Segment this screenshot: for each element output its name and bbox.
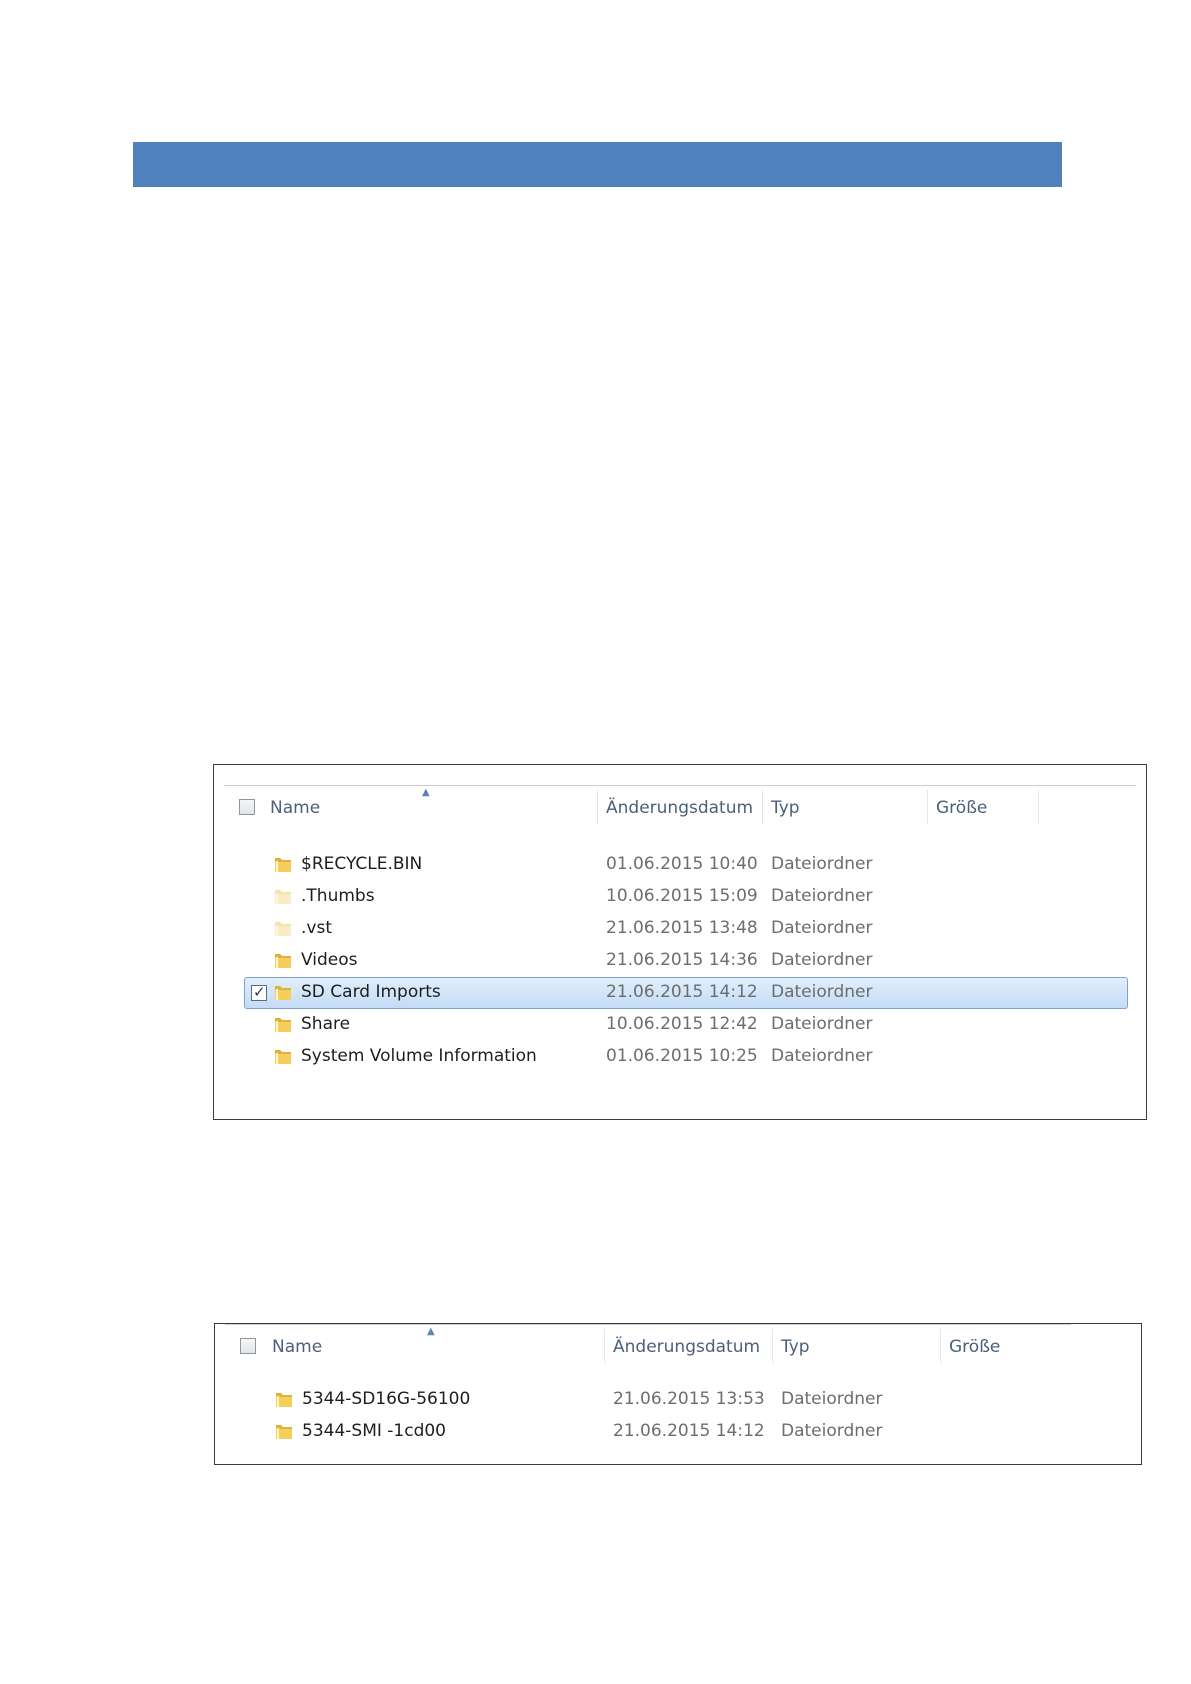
select-all-checkbox[interactable] — [240, 1338, 256, 1354]
cell-name: 5344-SMI -1cd00 — [302, 1421, 446, 1441]
cell-name: .Thumbs — [301, 886, 375, 906]
cell-type: Dateiordner — [771, 918, 873, 938]
list-item[interactable]: System Volume Information 01.06.2015 10:2… — [214, 1040, 1146, 1072]
column-header-name[interactable]: Name — [272, 1325, 322, 1371]
cell-name: SD Card Imports — [301, 982, 441, 1002]
cell-date: 10.06.2015 12:42 — [606, 1014, 758, 1034]
cell-date: 21.06.2015 14:36 — [606, 950, 758, 970]
folder-icon — [274, 1390, 294, 1410]
folder-icon — [273, 855, 293, 875]
folder-icon — [273, 1015, 293, 1035]
cell-date: 21.06.2015 13:48 — [606, 918, 758, 938]
cell-date: 21.06.2015 13:53 — [613, 1389, 765, 1409]
cell-type: Dateiordner — [781, 1389, 883, 1409]
cell-name: Videos — [301, 950, 358, 970]
column-header-size[interactable]: Größe — [949, 1325, 1000, 1371]
folder-faded-icon — [273, 919, 293, 939]
file-explorer-list: Name ▲ Änderungsdatum Typ Größe 5344-SD1… — [214, 1323, 1142, 1465]
list-item[interactable]: Share 10.06.2015 12:42 Dateiordner — [214, 1008, 1146, 1040]
cell-type: Dateiordner — [771, 854, 873, 874]
file-list: 5344-SD16G-56100 21.06.2015 13:53 Dateiord… — [215, 1383, 1141, 1447]
column-header-type[interactable]: Typ — [771, 786, 800, 832]
cell-name: 5344-SD16G-56100 — [302, 1389, 471, 1409]
column-header-type[interactable]: Typ — [781, 1325, 810, 1371]
list-item[interactable]: 5344-SMI -1cd00 21.06.2015 14:12 Dateiordn… — [215, 1415, 1141, 1447]
column-divider[interactable] — [762, 790, 763, 824]
folder-icon — [273, 1047, 293, 1067]
column-header-date[interactable]: Änderungsdatum — [613, 1325, 760, 1371]
cell-name: Share — [301, 1014, 351, 1034]
folder-icon — [273, 983, 293, 1003]
column-header-row: Name ▲ Änderungsdatum Typ Größe — [224, 785, 1136, 832]
sort-ascending-icon: ▲ — [427, 1326, 435, 1337]
column-divider[interactable] — [1038, 790, 1039, 824]
cell-name: System Volume Information — [301, 1046, 537, 1066]
column-header-name[interactable]: Name — [270, 786, 320, 832]
cell-date: 21.06.2015 14:12 — [606, 982, 758, 1002]
column-header-row: Name ▲ Änderungsdatum Typ Größe — [225, 1324, 1071, 1371]
column-divider[interactable] — [597, 790, 598, 824]
column-divider[interactable] — [772, 1329, 773, 1363]
folder-icon — [274, 1422, 294, 1442]
cell-type: Dateiordner — [771, 1014, 873, 1034]
section-banner — [133, 142, 1062, 187]
cell-date: 01.06.2015 10:40 — [606, 854, 758, 874]
column-divider[interactable] — [927, 790, 928, 824]
list-item[interactable]: .Thumbs 10.06.2015 15:09 Dateiordner — [214, 880, 1146, 912]
list-item[interactable]: $RECYCLE.BIN 01.06.2015 10:40 Dateiordner — [214, 848, 1146, 880]
folder-icon — [273, 951, 293, 971]
cell-type: Dateiordner — [781, 1421, 883, 1441]
cell-type: Dateiordner — [771, 982, 873, 1002]
column-divider[interactable] — [604, 1329, 605, 1363]
cell-name: .vst — [301, 918, 332, 938]
cell-date: 21.06.2015 14:12 — [613, 1421, 765, 1441]
file-list: $RECYCLE.BIN 01.06.2015 10:40 Dateiordner.… — [214, 848, 1146, 1072]
file-explorer-list: Name ▲ Änderungsdatum Typ Größe $RECYCLE… — [213, 764, 1147, 1120]
cell-date: 10.06.2015 15:09 — [606, 886, 758, 906]
sort-ascending-icon: ▲ — [422, 787, 430, 798]
cell-type: Dateiordner — [771, 886, 873, 906]
folder-faded-icon — [273, 887, 293, 907]
cell-type: Dateiordner — [771, 1046, 873, 1066]
list-item[interactable]: 5344-SD16G-56100 21.06.2015 13:53 Dateiord… — [215, 1383, 1141, 1415]
column-header-date[interactable]: Änderungsdatum — [606, 786, 753, 832]
column-divider[interactable] — [940, 1329, 941, 1363]
list-item[interactable]: .vst 21.06.2015 13:48 Dateiordner — [214, 912, 1146, 944]
checkmark-icon: ✓ — [253, 983, 266, 1001]
cell-type: Dateiordner — [771, 950, 873, 970]
list-item[interactable]: ✓ SD Card Imports 21.06.2015 14:12 Dateiord… — [214, 976, 1146, 1009]
cell-name: $RECYCLE.BIN — [301, 854, 423, 874]
list-item[interactable]: Videos 21.06.2015 14:36 Dateiordner — [214, 944, 1146, 976]
select-all-checkbox[interactable] — [239, 799, 255, 815]
cell-date: 01.06.2015 10:25 — [606, 1046, 758, 1066]
column-header-size[interactable]: Größe — [936, 786, 987, 832]
row-checkbox[interactable]: ✓ — [251, 983, 267, 1001]
